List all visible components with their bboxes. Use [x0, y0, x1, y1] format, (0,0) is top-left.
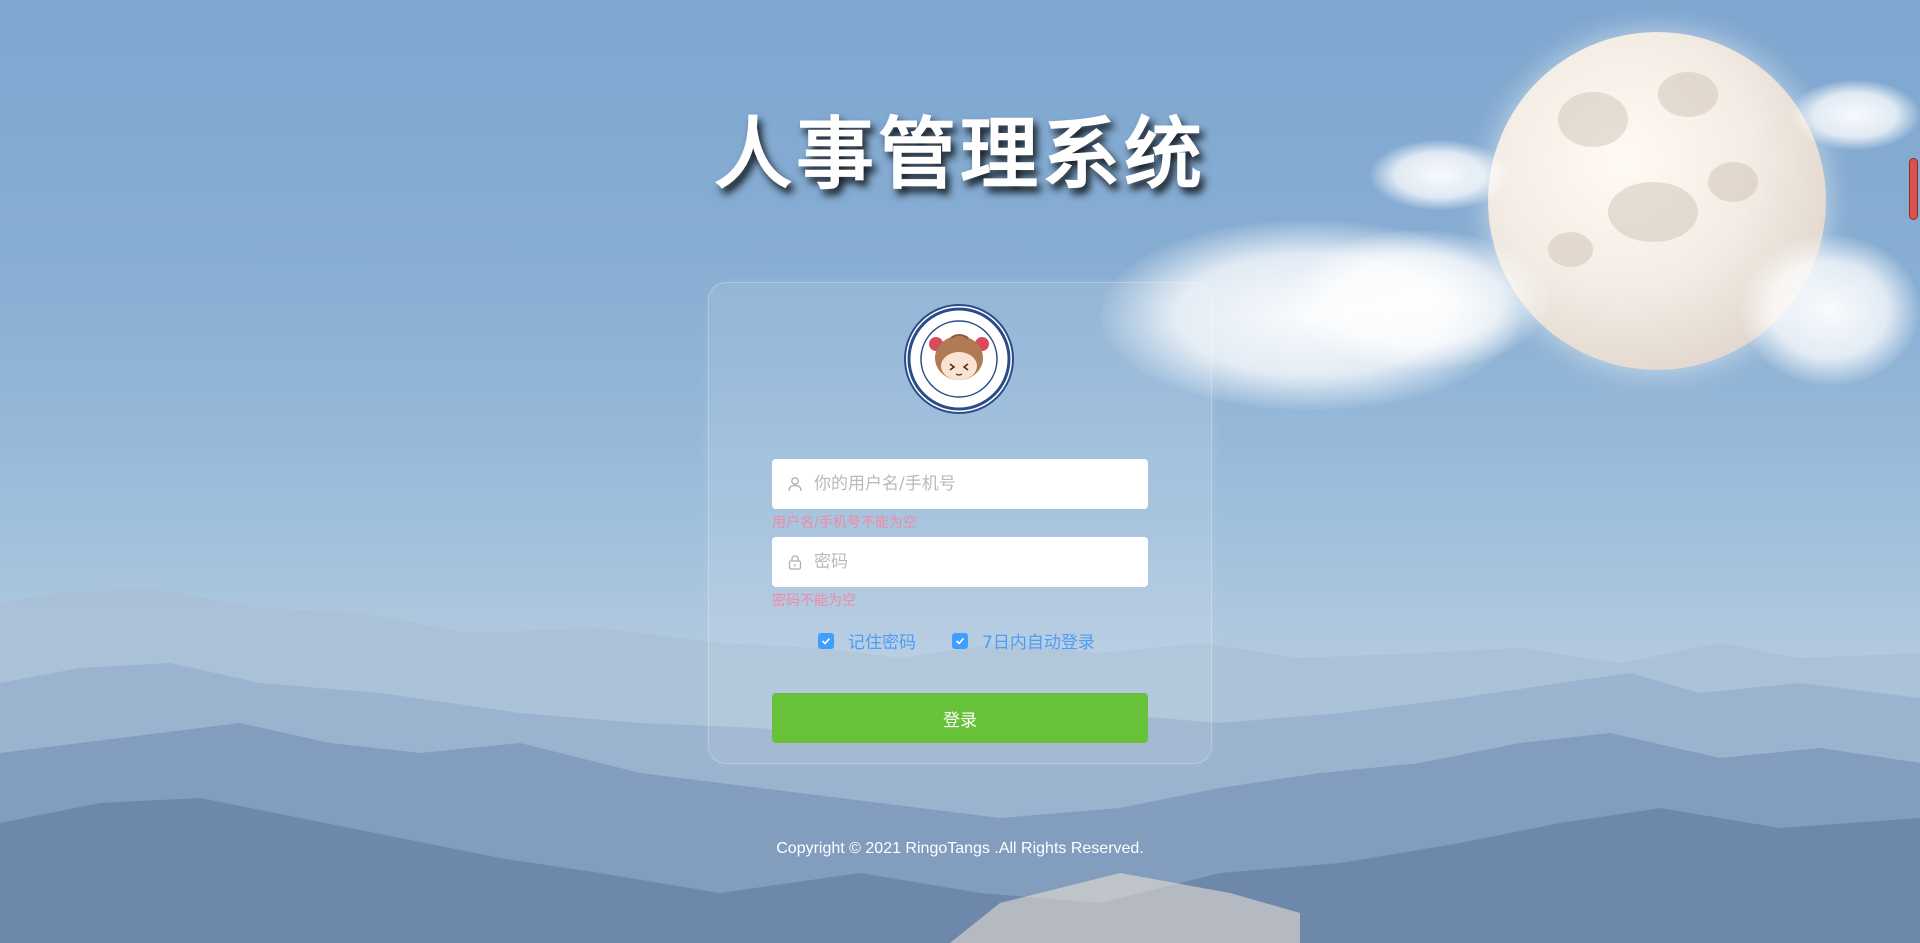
login-page: 人事管理系统 用户名/手机号不能为空: [0, 0, 1920, 943]
checkbox-checked-icon[interactable]: [952, 632, 968, 649]
user-icon: [786, 475, 804, 493]
auto-login-checkbox[interactable]: 7日内自动登录: [952, 628, 1095, 653]
lock-icon: [786, 553, 804, 571]
checkbox-checked-icon[interactable]: [818, 632, 834, 649]
remember-password-checkbox[interactable]: 记住密码: [818, 628, 916, 653]
login-options: 记住密码 7日内自动登录: [818, 628, 1131, 653]
avatar: [904, 304, 1014, 414]
cloud-decoration: [1290, 230, 1550, 370]
school-mascot-icon: [907, 307, 1011, 411]
username-error: 用户名/手机号不能为空: [772, 515, 917, 531]
auto-login-label[interactable]: 7日内自动登录: [982, 628, 1095, 653]
remember-password-label[interactable]: 记住密码: [848, 628, 916, 653]
username-field[interactable]: [772, 459, 1148, 509]
password-field[interactable]: [772, 537, 1148, 587]
password-error: 密码不能为空: [772, 593, 856, 609]
password-input[interactable]: [812, 551, 1136, 573]
username-input[interactable]: [812, 473, 1136, 495]
cloud-decoration: [1740, 235, 1920, 385]
login-button[interactable]: 登录: [772, 693, 1148, 743]
copyright-text: Copyright © 2021 RingoTangs .All Rights …: [776, 840, 1144, 857]
page-title: 人事管理系统: [713, 109, 1206, 200]
scrollbar[interactable]: [1909, 158, 1918, 220]
